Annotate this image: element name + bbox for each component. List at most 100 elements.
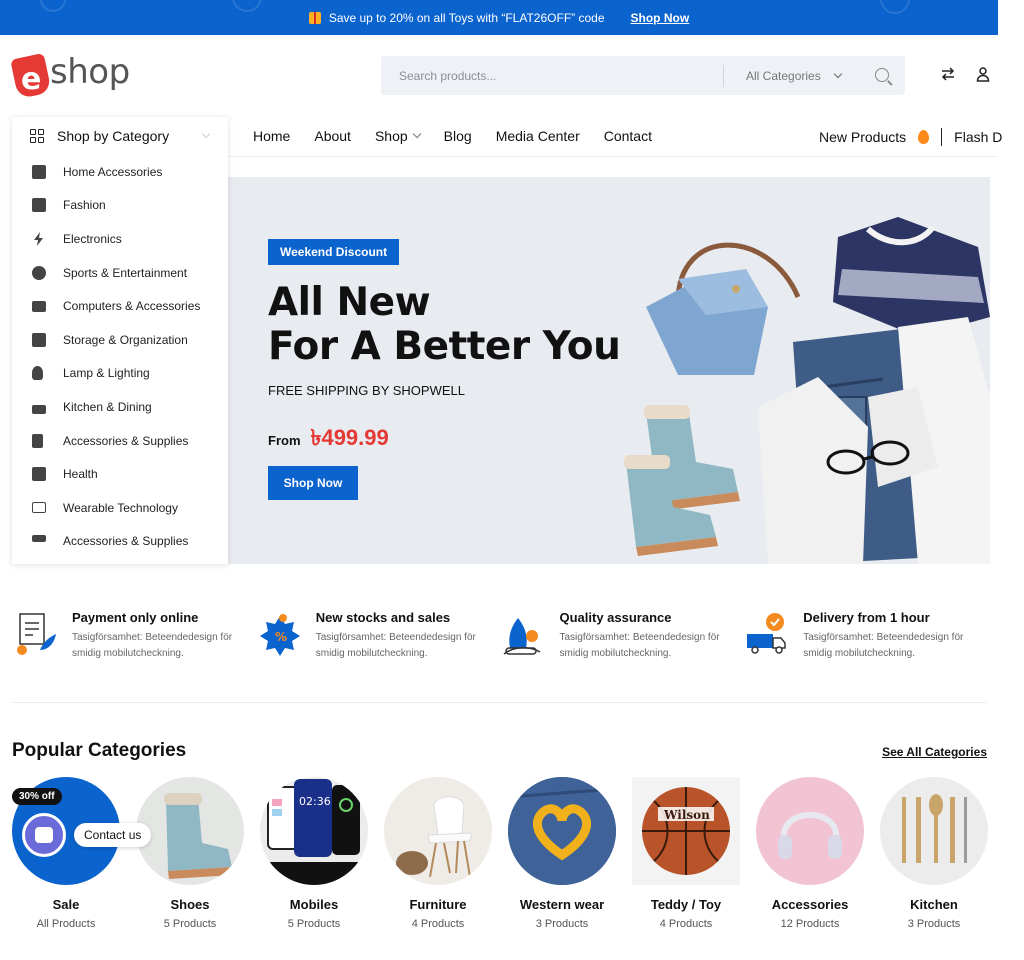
promo-shop-now-link[interactable]: Shop Now [631, 11, 690, 25]
see-all-categories-link[interactable]: See All Categories [882, 745, 987, 759]
category-item[interactable]: Accessories & Supplies [12, 424, 228, 458]
chat-icon[interactable] [22, 813, 66, 857]
ball-icon [32, 265, 46, 280]
category-item[interactable]: Wearable Technology [12, 491, 228, 525]
wooden-utensils-illustration [902, 794, 967, 863]
nav-label: About [314, 128, 351, 144]
promo-bar: Save up to 20% on all Toys with “FLAT26O… [0, 0, 998, 35]
denim-heart-illustration [508, 777, 616, 885]
category-count: 4 Products [411, 918, 465, 930]
promo-decoration [880, 0, 910, 14]
bag-illustration [646, 269, 768, 375]
category-item[interactable]: Home Accessories [12, 155, 228, 189]
category-item[interactable]: Storage & Organization [12, 323, 228, 357]
category-item-label: Accessories & Supplies [63, 534, 189, 549]
category-name: Teddy / Toy [650, 897, 722, 912]
nav-label: Shop [374, 128, 408, 144]
category-card-teddy-toy[interactable]: Wilson Teddy / Toy 4 Products [632, 777, 740, 930]
nav-contact[interactable]: Contact [604, 128, 652, 144]
category-item[interactable]: Sports & Entertainment [12, 256, 228, 290]
chevron-down-icon [201, 129, 211, 139]
logo[interactable]: e shop [10, 46, 130, 100]
category-item[interactable]: Computers & Accessories [12, 289, 228, 323]
hero-headline-line-1: All New [268, 280, 431, 325]
category-image: Wilson [632, 777, 740, 885]
payment-icon [17, 613, 56, 655]
nav-flash-deals[interactable]: Flash D [954, 129, 1002, 145]
category-item[interactable]: Fashion [12, 189, 228, 223]
compare-arrows-icon[interactable] [940, 66, 956, 82]
feature-title: Quality assurance [559, 610, 672, 625]
grid-icon [30, 129, 44, 143]
category-select[interactable]: All Categories [746, 69, 842, 83]
hero-subline: FREE SHIPPING BY SHOPWELL [268, 383, 465, 398]
category-name: Furniture [409, 897, 467, 912]
boot-illustration [164, 793, 233, 879]
category-card-shoes[interactable]: Shoes 5 Products [136, 777, 244, 930]
category-count: 12 Products [780, 918, 840, 930]
category-count: 4 Products [659, 918, 713, 930]
phone-clock-text: 02:36 [299, 795, 331, 808]
category-name: Kitchen [910, 897, 958, 912]
category-item[interactable]: Electronics [12, 222, 228, 256]
category-image [880, 777, 988, 885]
category-item-label: Electronics [63, 231, 122, 246]
category-item[interactable]: Kitchen & Dining [12, 390, 228, 424]
hero-shop-now-button[interactable]: Shop Now [268, 466, 358, 500]
promo-text: Save up to 20% on all Toys with “FLAT26O… [328, 10, 605, 25]
category-card-kitchen[interactable]: Kitchen 3 Products [880, 777, 988, 930]
search-icon[interactable] [875, 68, 889, 82]
category-item[interactable]: Health [12, 457, 228, 491]
category-item[interactable]: Lamp & Lighting [12, 357, 228, 391]
category-image [384, 777, 492, 885]
category-item-label: Health [63, 467, 98, 482]
hero-banner: Weekend Discount All New For A Better Yo… [228, 177, 990, 564]
lightning-icon [32, 231, 46, 246]
nav-label: Home [253, 128, 291, 144]
feature-title: Payment only online [72, 610, 199, 625]
feature-description: Tasigförsamhet: Beteendedesign för smidi… [72, 632, 233, 659]
user-account-icon[interactable] [975, 66, 991, 82]
phones-illustration: 02:36 [260, 779, 368, 885]
nav-about[interactable]: About [314, 128, 351, 144]
hero-badge: Weekend Discount [268, 239, 400, 265]
nav-shop[interactable]: Shop [374, 128, 421, 144]
promo-decoration [232, 0, 262, 12]
category-item[interactable]: Accessories & Supplies [12, 525, 228, 559]
search-input[interactable] [381, 68, 721, 83]
storage-box-icon [32, 332, 46, 347]
medical-kit-icon [32, 467, 46, 482]
home-accessories-icon [32, 164, 46, 179]
contact-widget[interactable]: Contact us [22, 813, 152, 857]
nav-media-center[interactable]: Media Center [496, 128, 580, 144]
nav-blog[interactable]: Blog [444, 128, 472, 144]
category-card-mobiles[interactable]: 02:36 Mobiles 5 Products [260, 777, 368, 930]
nav-divider [228, 156, 998, 157]
feature-description: Tasigförsamhet: Beteendedesign för smidi… [559, 632, 720, 659]
discount-badge: 30% off [12, 788, 62, 805]
category-item-label: Computers & Accessories [63, 299, 201, 314]
category-item-label: Accessories & Supplies [63, 433, 189, 448]
hero-from-label: From [268, 433, 301, 448]
main-nav: Home About Shop Blog Media Center Contac… [253, 128, 652, 144]
category-name: Western wear [519, 897, 605, 912]
feature-item: Quality assurance Tasigförsamhet: Beteen… [500, 610, 744, 662]
quality-icon [503, 618, 540, 655]
nav-home[interactable]: Home [253, 128, 290, 144]
bulb-icon [32, 366, 43, 381]
hero-headline: All New For A Better You [268, 280, 621, 369]
category-panel: Shop by Category Home Accessories Fashio… [12, 117, 228, 564]
category-item-label: Wearable Technology [63, 500, 178, 515]
category-name: Shoes [170, 897, 210, 912]
category-card-western-wear[interactable]: Western wear 3 Products [508, 777, 616, 930]
hero-headline-line-2: For A Better You [268, 324, 621, 369]
category-count: 3 Products [907, 918, 961, 930]
nav-new-products[interactable]: New Products [819, 129, 906, 145]
headphones-illustration [778, 812, 842, 859]
contact-us-label[interactable]: Contact us [74, 823, 152, 847]
category-card-furniture[interactable]: Furniture 4 Products [384, 777, 492, 930]
shop-by-category-toggle[interactable]: Shop by Category [12, 117, 228, 155]
category-card-accessories[interactable]: Accessories 12 Products [756, 777, 864, 930]
category-count: 3 Products [535, 918, 589, 930]
delivery-truck-icon [747, 613, 786, 654]
